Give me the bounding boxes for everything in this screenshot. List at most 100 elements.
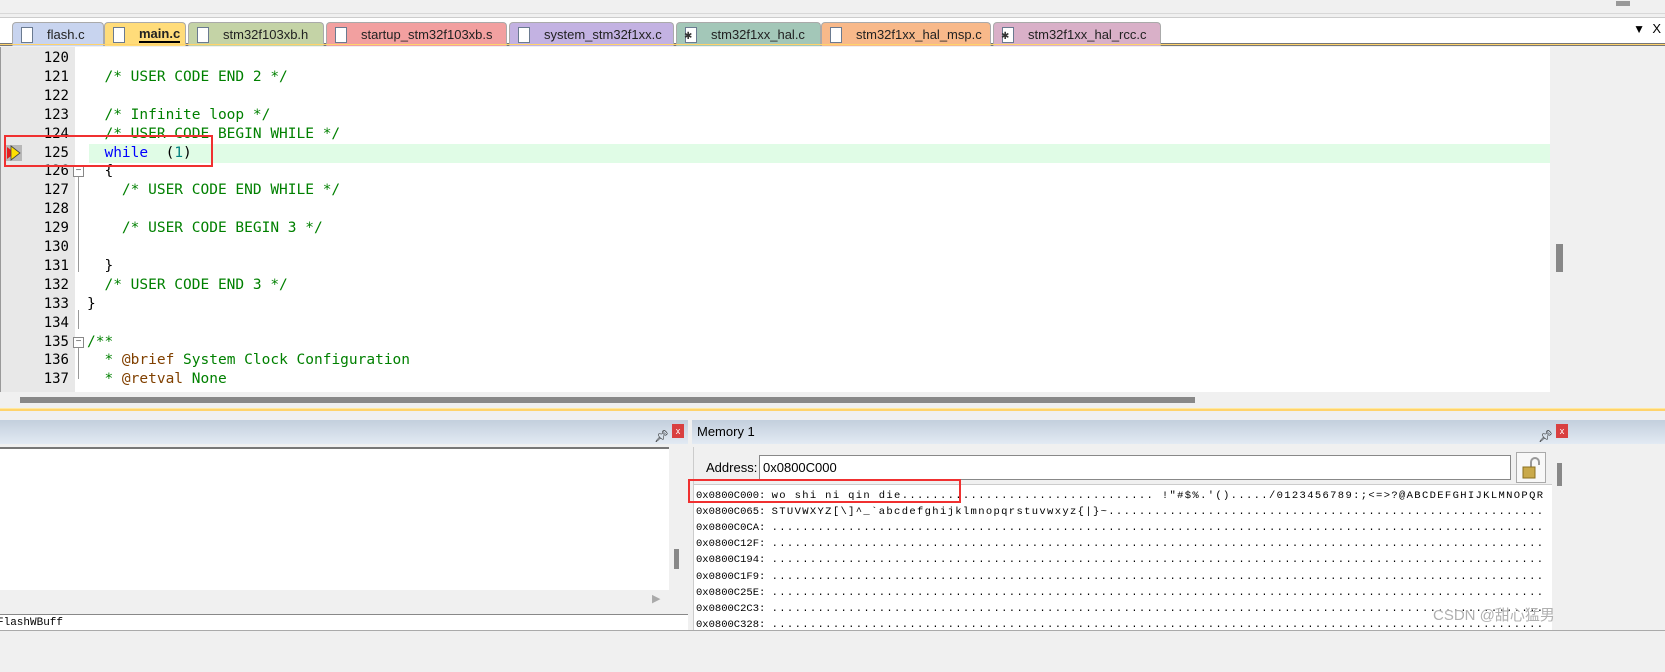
tab-stm32f1xx-hal-c[interactable]: stm32f1xx_hal.c (676, 22, 821, 46)
command-input[interactable]: FlashWBuff (0, 614, 688, 630)
line-number: 123 (43, 106, 69, 123)
close-tab-icon[interactable]: X (1652, 21, 1661, 36)
memory-ascii: ........................................… (771, 602, 1545, 615)
file-icon (21, 26, 33, 43)
file-icon (335, 26, 347, 43)
lock-button[interactable] (1516, 452, 1546, 483)
line-number: 128 (43, 201, 69, 218)
memory-row[interactable]: 0x0800C0CA: ............................… (696, 520, 1544, 536)
code-line[interactable]: /** (87, 333, 113, 352)
tab-stm32f1xx-hal-msp-c[interactable]: stm32f1xx_hal_msp.c (821, 22, 991, 46)
watermark: CSDN @甜心猛男 (1433, 607, 1555, 624)
line-number: 136 (43, 352, 69, 369)
memory-address: 0x0800C065: (696, 506, 766, 519)
line-number: 122 (43, 87, 69, 104)
editor-vertical-scroll-thumb[interactable] (1556, 244, 1563, 272)
memory-scroll-thumb[interactable] (1557, 463, 1562, 486)
tab-label: main.c (139, 26, 181, 43)
memory-row[interactable]: 0x0800C328: ............................… (696, 617, 1544, 630)
line-number: 134 (43, 314, 69, 331)
memory-row[interactable]: 0x0800C1F9: ............................… (696, 569, 1544, 585)
command-input-value: FlashWBuff (0, 617, 64, 629)
code-line[interactable]: /* USER CODE BEGIN 3 */ (87, 219, 323, 238)
code-token: /* USER CODE END WHILE */ (87, 182, 341, 199)
tab-startup-stm32f103xb-s[interactable]: startup_stm32f103xb.s (326, 22, 507, 46)
title-bar (0, 0, 1665, 14)
memory-row[interactable]: 0x0800C2C3: ............................… (696, 601, 1544, 617)
code-token: } (87, 257, 114, 274)
code-token: @retval (121, 371, 184, 388)
code-line[interactable]: * @retval None (87, 370, 226, 389)
line-number: 135 (43, 333, 69, 350)
tab-system-stm32f1xx-c[interactable]: system_stm32f1xx.c (509, 22, 674, 46)
pin-icon[interactable]: 📌︎ (1538, 424, 1553, 448)
code-token: /* USER CODE END 2 */ (87, 68, 288, 85)
code-token: * (87, 352, 122, 369)
left-panel-header: 📌︎ x (0, 420, 688, 444)
fold-toggle-icon[interactable]: − (73, 336, 84, 348)
code-editor[interactable]: 120 121 /* USER CODE END 2 */ 122 123 /* In… (0, 47, 1550, 392)
close-panel-icon[interactable]: x (672, 424, 684, 438)
left-panel-horizontal-scrollbar[interactable] (0, 590, 688, 610)
code-line[interactable]: /* USER CODE END 3 */ (87, 276, 288, 295)
tab-main-c[interactable]: main.c (104, 22, 186, 46)
bottom-tab-strip (0, 630, 1665, 672)
tab-flash-c[interactable]: flash.c (12, 22, 104, 46)
left-panel-body (0, 447, 669, 590)
memory-address: 0x0800C1F9: (696, 570, 766, 583)
close-panel-icon[interactable]: x (1556, 424, 1568, 438)
code-line[interactable]: } (87, 257, 113, 276)
tab-list-dropdown-icon[interactable]: ▼ (1633, 22, 1645, 36)
line-number: 130 (43, 239, 69, 255)
code-token: @brief (121, 352, 175, 369)
tab-label: stm32f1xx_hal.c (711, 27, 805, 42)
memory-row[interactable]: 0x0800C12F: ............................… (696, 536, 1544, 552)
tab-label: stm32f103xb.h (223, 27, 309, 42)
line-number: 137 (43, 371, 69, 388)
code-token: * (87, 371, 122, 388)
code-token: } (87, 295, 96, 312)
code-line[interactable]: * @brief System Clock Configuration (87, 351, 410, 370)
minimize-icon[interactable] (1616, 1, 1630, 6)
memory-row[interactable]: 0x0800C25E: ............................… (696, 585, 1544, 601)
memory-ascii: ........................................… (771, 570, 1545, 583)
memory-address: 0x0800C12F: (696, 538, 766, 551)
code-token: /* USER CODE BEGIN 3 */ (87, 220, 323, 237)
fold-line (78, 177, 79, 272)
memory-panel-title: Memory 1 (697, 424, 755, 439)
pane-splitter[interactable] (0, 408, 1665, 411)
memory-row[interactable]: 0x0800C194: ............................… (696, 552, 1544, 568)
code-line[interactable]: /* Infinite loop */ (87, 106, 270, 125)
gear-file-icon (684, 26, 697, 43)
pin-icon[interactable]: 📌︎ (654, 424, 669, 448)
editor-horizontal-scroll-thumb[interactable] (20, 397, 1195, 403)
tab-stm32f103xb-h[interactable]: stm32f103xb.h (188, 22, 324, 46)
code-token: /* USER CODE END 3 */ (87, 276, 288, 293)
code-line[interactable]: } (87, 295, 96, 314)
line-number: 120 (43, 50, 69, 66)
file-icon (830, 26, 842, 43)
code-token: System Clock Configuration (174, 352, 411, 369)
editor-vertical-scrollbar[interactable] (1550, 47, 1565, 392)
fold-toggle-icon[interactable]: − (73, 166, 84, 178)
fold-line (78, 347, 79, 380)
address-label: Address: (706, 460, 758, 475)
memory-row[interactable]: 0x0800C065: STUVWXYZ[\]^_`abcdefghijklmn… (696, 504, 1544, 520)
left-panel-scroll-thumb[interactable] (674, 549, 679, 569)
line-number: 131 (43, 257, 69, 274)
tab-label: flash.c (47, 27, 85, 42)
address-input[interactable]: 0x0800C000 (759, 455, 1511, 480)
memory-view[interactable]: 0x0800C000: wo shi ni qin die...........… (694, 484, 1552, 630)
highlight-box-current-line (4, 135, 213, 167)
memory-address: 0x0800C2C3: (696, 602, 766, 615)
tab-stm32f1xx-hal-rcc-c[interactable]: stm32f1xx_hal_rcc.c (993, 22, 1161, 46)
scroll-right-icon[interactable]: ▶ (652, 592, 660, 605)
code-line[interactable]: /* USER CODE END WHILE */ (87, 181, 340, 200)
line-number: 121 (43, 68, 69, 85)
code-line[interactable]: /* USER CODE END 2 */ (87, 68, 288, 87)
memory-ascii: ........................................… (771, 586, 1545, 599)
code-token: /* Infinite loop */ (87, 106, 271, 123)
fold-line (78, 309, 79, 329)
line-number: 129 (43, 220, 69, 237)
memory-ascii: ........................................… (771, 618, 1545, 630)
